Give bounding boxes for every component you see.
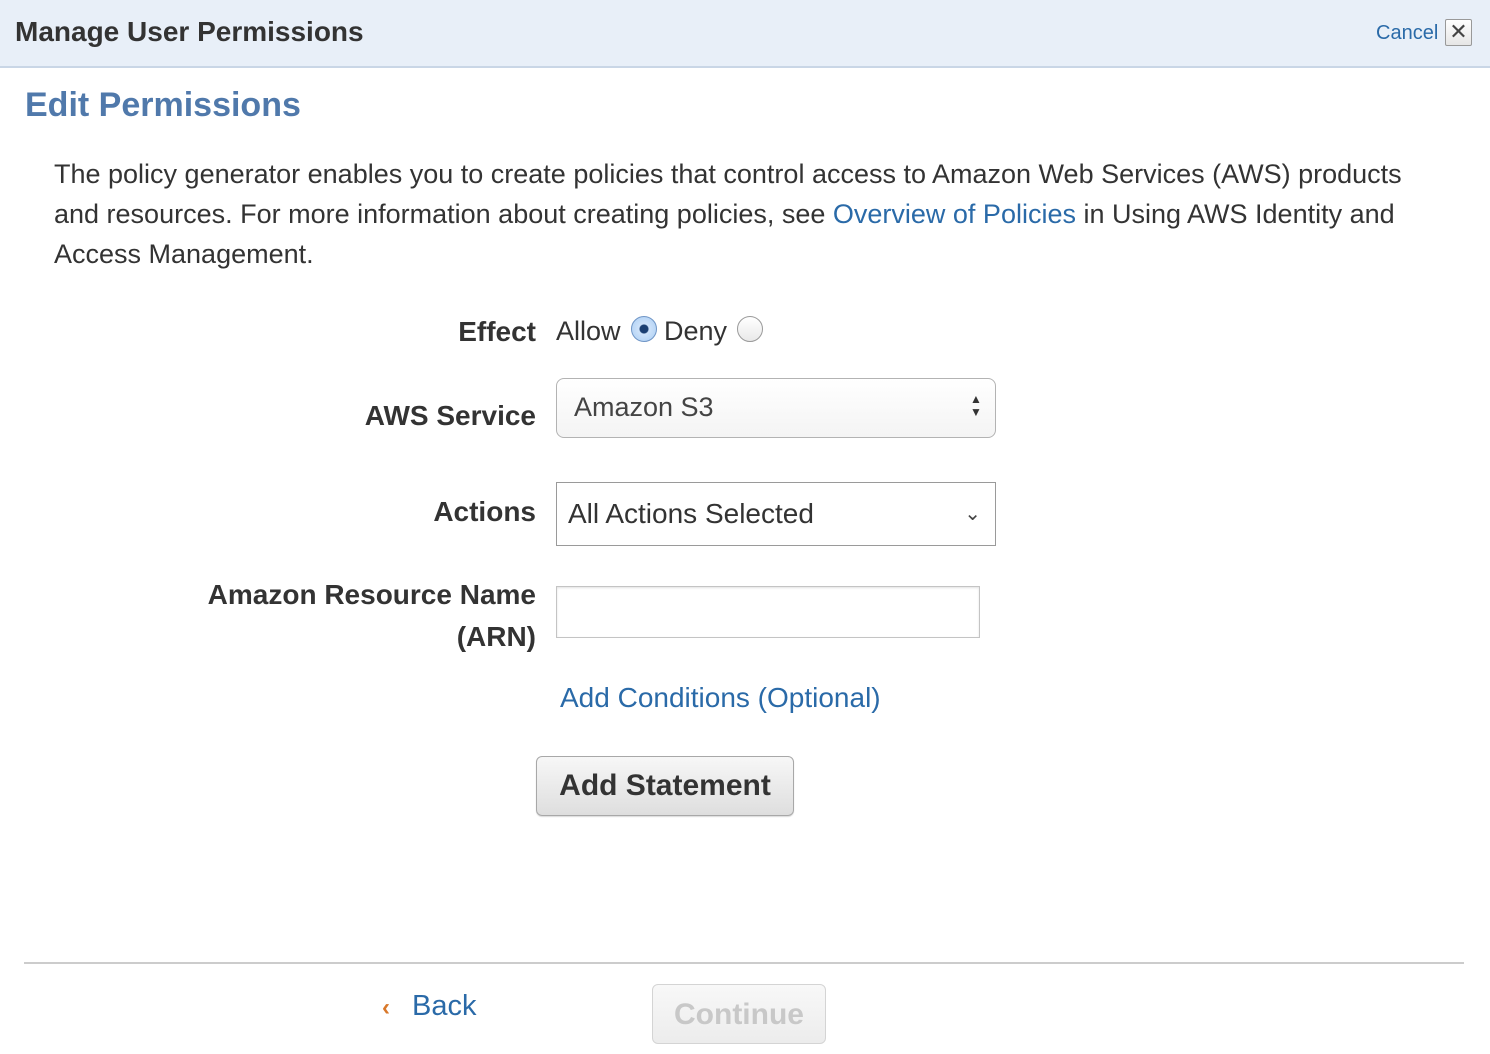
intro-text: The policy generator enables you to crea… <box>54 154 1434 274</box>
chevron-down-icon: ⌄ <box>964 503 981 525</box>
footer-divider <box>24 962 1464 964</box>
effect-label: Effect <box>458 316 536 347</box>
arn-label-line2: (ARN) <box>456 621 536 652</box>
add-statement-button[interactable]: Add Statement <box>536 756 794 816</box>
arn-label: Amazon Resource Name (ARN) <box>208 574 536 658</box>
chevron-left-icon[interactable]: ‹ <box>382 994 390 1022</box>
allow-radio[interactable] <box>631 316 657 342</box>
aws-service-label: AWS Service <box>364 400 536 431</box>
cancel-link[interactable]: Cancel <box>1376 22 1438 45</box>
close-icon[interactable]: ✕ <box>1445 19 1472 46</box>
arn-label-line1: Amazon Resource Name <box>207 579 536 610</box>
actions-value: All Actions Selected <box>568 498 814 529</box>
arn-input[interactable] <box>556 586 980 638</box>
add-conditions-link[interactable]: Add Conditions (Optional) <box>560 682 881 714</box>
up-down-arrows-icon: ▲ ▼ <box>970 392 982 419</box>
page-title: Edit Permissions <box>25 86 301 124</box>
dialog-header: Manage User Permissions Cancel ✕ <box>0 0 1490 68</box>
aws-service-value: Amazon S3 <box>574 392 714 422</box>
deny-label[interactable]: Deny <box>664 316 727 347</box>
actions-label: Actions <box>433 496 536 527</box>
overview-of-policies-link[interactable]: Overview of Policies <box>833 199 1076 229</box>
continue-button[interactable]: Continue <box>652 984 826 1044</box>
deny-radio[interactable] <box>737 316 763 342</box>
aws-service-select[interactable]: Amazon S3 ▲ ▼ <box>556 378 996 438</box>
allow-label[interactable]: Allow <box>556 316 621 347</box>
actions-select[interactable]: All Actions Selected ⌄ <box>556 482 996 546</box>
dialog-title: Manage User Permissions <box>15 16 364 47</box>
back-link[interactable]: Back <box>412 990 476 1023</box>
